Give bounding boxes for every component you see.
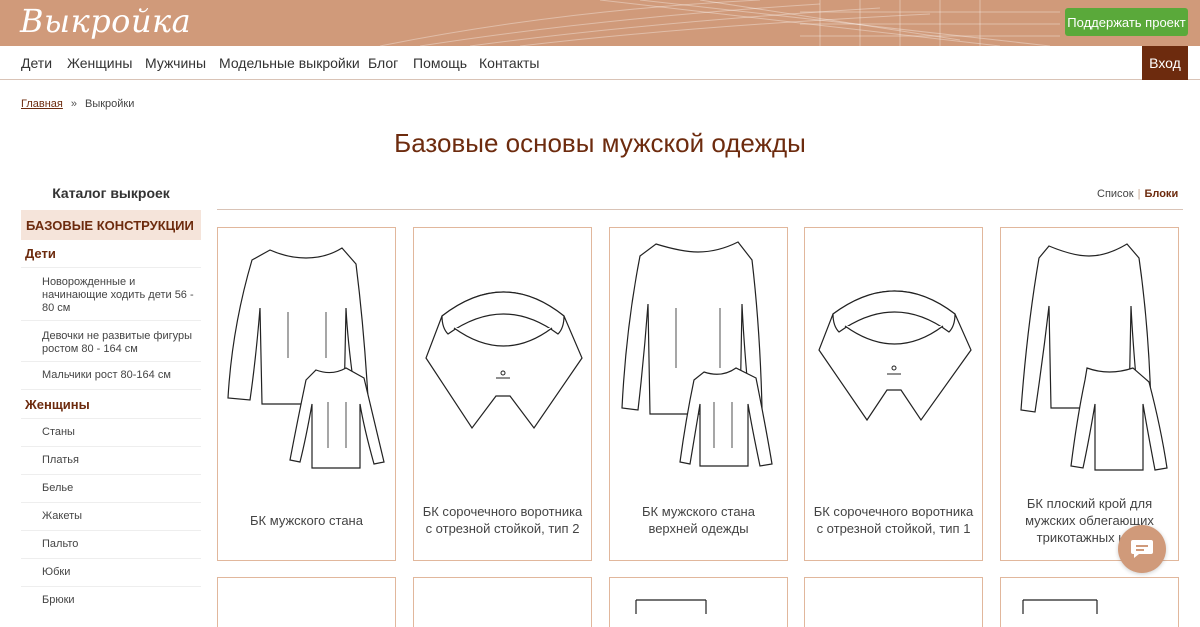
product-caption[interactable]: БК мужского стана [224, 490, 389, 550]
product-card[interactable]: БК плоский крой для мужских облегающих т… [1000, 227, 1179, 561]
sidebar-item-dresses[interactable]: Платья [42, 454, 200, 467]
product-card[interactable] [804, 577, 983, 627]
sidebar-item-boys[interactable]: Мальчики рост 80-164 см [42, 369, 200, 382]
sidebar-item-girls[interactable]: Девочки не развитые фигуры ростом 80 - 1… [42, 330, 200, 356]
product-card[interactable] [1000, 577, 1179, 627]
product-caption[interactable]: БК сорочечного воротника с отрезной стой… [811, 490, 976, 550]
product-card[interactable] [413, 577, 592, 627]
nav-item-kids[interactable]: Дети [21, 55, 52, 71]
sidebar-divider [21, 502, 201, 503]
login-button[interactable]: Вход [1142, 46, 1188, 80]
product-caption[interactable]: БК мужского стана верхней одежды [616, 490, 781, 550]
sidebar-section-base-constructions[interactable]: БАЗОВЫЕ КОНСТРУКЦИИ [21, 210, 201, 240]
breadcrumb-home-link[interactable]: Главная [21, 98, 63, 110]
support-project-button[interactable]: Поддержать проект [1065, 8, 1188, 36]
shirt-bodice-icon [227, 247, 385, 469]
view-toggle: Список | Блоки [1097, 188, 1178, 200]
breadcrumb: Главная » Выкройки [21, 98, 134, 110]
trousers-icon [635, 599, 707, 614]
sidebar-divider [21, 446, 201, 447]
chat-bubble-icon [1131, 540, 1153, 558]
sidebar-item-bodices[interactable]: Станы [42, 426, 200, 439]
nav-item-model-patterns[interactable]: Модельные выкройки [219, 55, 360, 71]
nav-item-women[interactable]: Женщины [67, 55, 132, 71]
product-caption[interactable]: БК сорочечного воротника с отрезной стой… [420, 490, 585, 550]
sidebar-item-coats[interactable]: Пальто [42, 538, 200, 551]
product-card[interactable] [609, 577, 788, 627]
collar-icon [818, 290, 972, 422]
product-card[interactable]: БК сорочечного воротника с отрезной стой… [413, 227, 592, 561]
nav-item-blog[interactable]: Блог [368, 55, 398, 71]
sidebar-divider [21, 267, 201, 268]
sidebar-divider [21, 474, 201, 475]
main-nav: Дети Женщины Мужчины Модельные выкройки … [0, 46, 1200, 80]
sidebar-group-women[interactable]: Женщины [25, 397, 90, 412]
collar-icon [425, 291, 583, 430]
shirt-bodice-icon [1020, 243, 1168, 471]
sidebar-divider [21, 558, 201, 559]
sidebar-divider [21, 530, 201, 531]
sidebar-divider [21, 586, 201, 587]
sidebar-item-skirts[interactable]: Юбки [42, 566, 200, 579]
sidebar-divider [21, 361, 201, 362]
product-card[interactable] [217, 577, 396, 627]
sidebar-divider [21, 320, 201, 321]
sidebar-item-trousers[interactable]: Брюки [42, 594, 200, 607]
header-banner: Выкройка Поддержать проект [0, 0, 1200, 46]
product-card[interactable]: БК мужского стана [217, 227, 396, 561]
sidebar-item-lingerie[interactable]: Белье [42, 482, 200, 495]
content-divider [217, 209, 1183, 210]
sidebar-divider [21, 418, 201, 419]
sidebar-divider [21, 389, 201, 390]
shirt-bodice-icon [621, 241, 773, 467]
sidebar-item-newborns[interactable]: Новорожденные и начинающие ходить дети 5… [42, 276, 200, 315]
nav-item-men[interactable]: Мужчины [145, 55, 206, 71]
sidebar-group-kids[interactable]: Дети [25, 246, 56, 261]
view-blocks-link[interactable]: Блоки [1144, 188, 1178, 200]
sidebar-title: Каталог выкроек [52, 185, 170, 201]
product-card[interactable]: БК мужского стана верхней одежды [609, 227, 788, 561]
product-card[interactable]: БК сорочечного воротника с отрезной стой… [804, 227, 983, 561]
view-list-link[interactable]: Список [1097, 188, 1134, 200]
nav-item-contacts[interactable]: Контакты [479, 55, 539, 71]
sidebar-item-jackets[interactable]: Жакеты [42, 510, 200, 523]
breadcrumb-separator: » [70, 98, 77, 110]
trousers-icon [1022, 599, 1098, 614]
view-toggle-separator: | [1137, 188, 1141, 200]
page-title: Базовые основы мужской одежды [394, 128, 806, 158]
breadcrumb-current: Выкройки [85, 98, 135, 110]
nav-item-help[interactable]: Помощь [413, 55, 467, 71]
chat-button[interactable] [1118, 525, 1166, 573]
site-logo[interactable]: Выкройка [20, 2, 191, 40]
